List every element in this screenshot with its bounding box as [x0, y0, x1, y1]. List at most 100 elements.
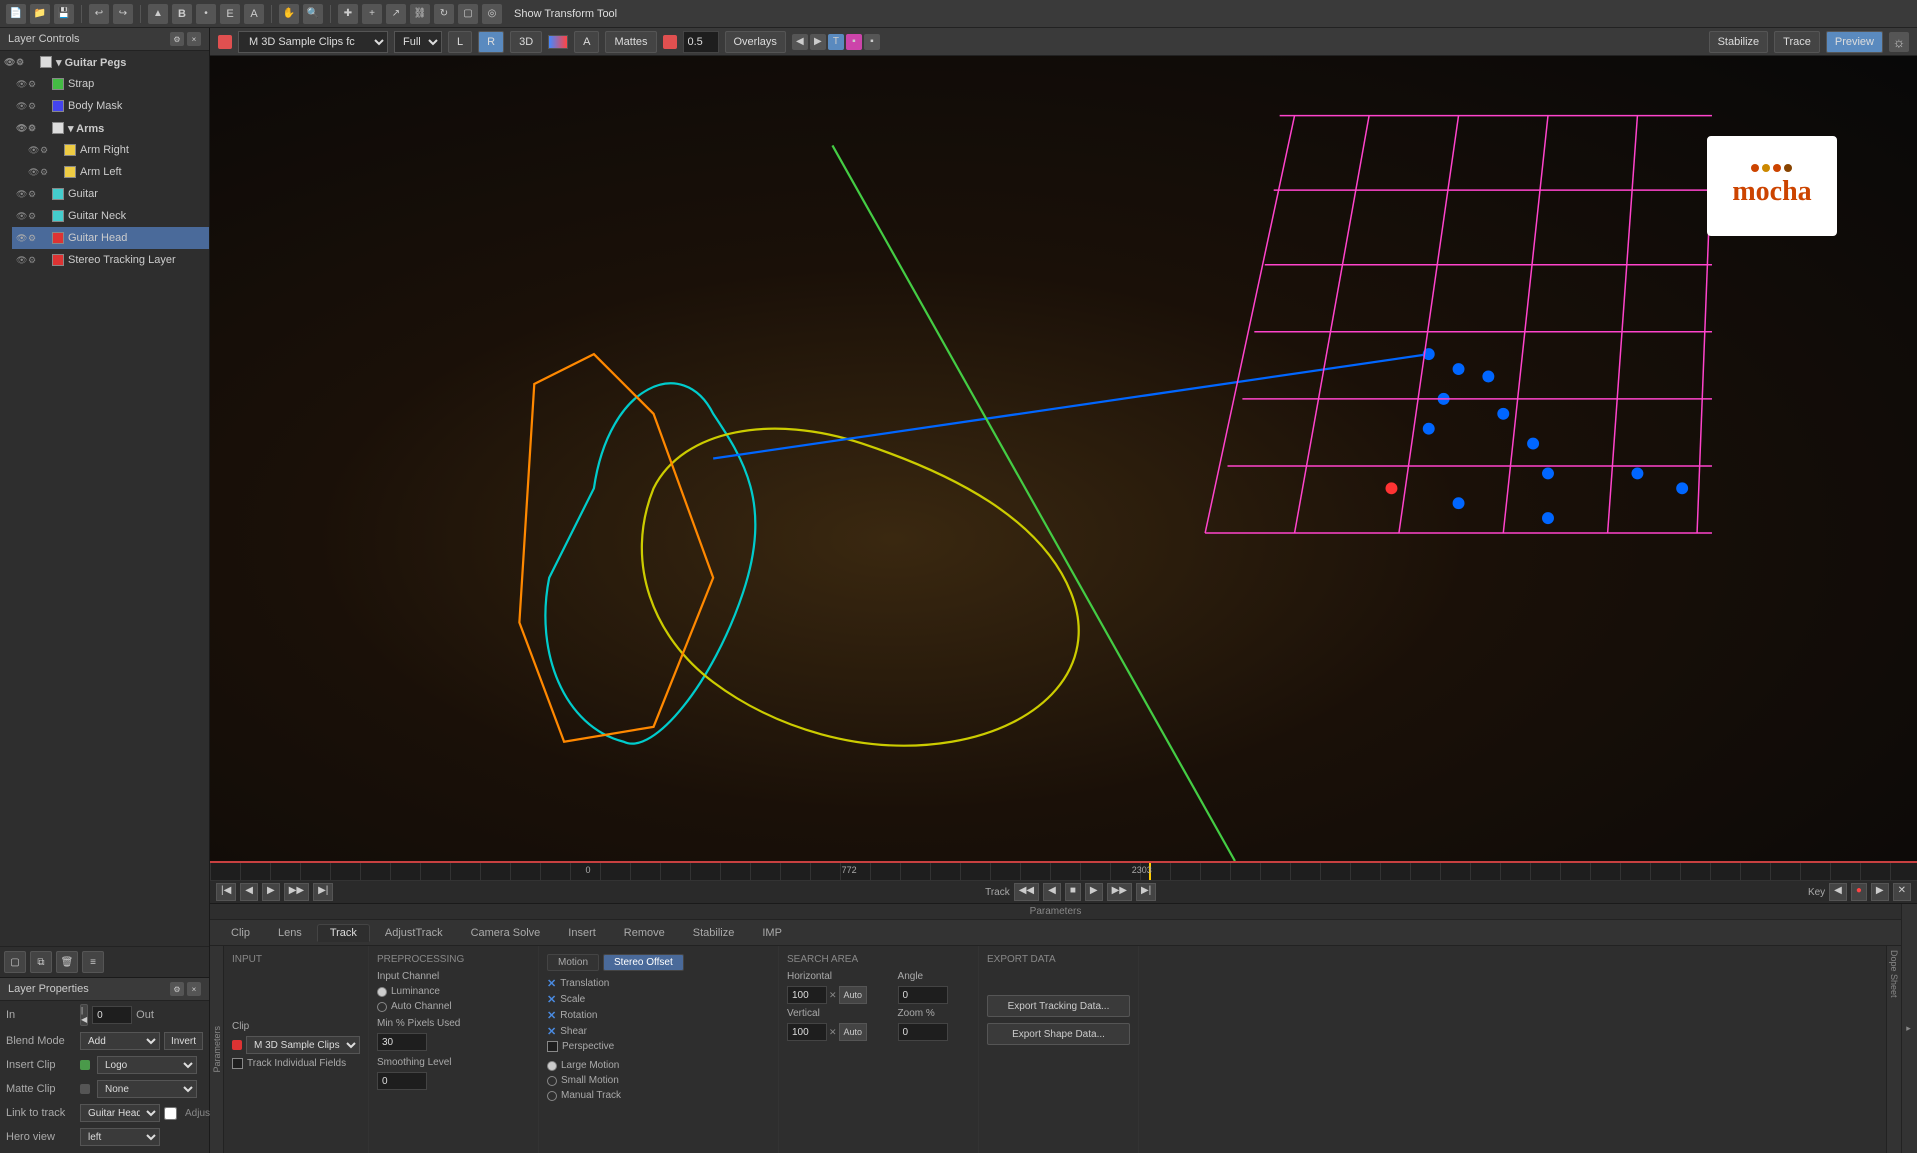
view-3d-btn[interactable]: 3D [510, 31, 542, 53]
tab-track[interactable]: Track [317, 924, 370, 942]
hero-view-select[interactable]: left [80, 1128, 160, 1146]
view-left-btn[interactable]: L [448, 31, 472, 53]
b-tool-icon[interactable]: B [172, 4, 192, 24]
mattes-btn[interactable]: Mattes [605, 31, 656, 53]
go-end-btn[interactable]: ▶| [313, 883, 333, 901]
right-edge-tab[interactable]: ▸ [1901, 904, 1917, 1153]
layer-row[interactable]: 👁 ⚙ Guitar Neck [12, 205, 209, 227]
redo-icon[interactable]: ↪ [113, 4, 133, 24]
perspective-check[interactable] [547, 1041, 558, 1052]
tab-remove[interactable]: Remove [611, 924, 678, 942]
translation-check[interactable]: ✕ [547, 977, 556, 990]
layer-row[interactable]: 👁 ⚙ Guitar [12, 183, 209, 205]
key-add-btn[interactable]: ● [1851, 883, 1867, 901]
invert-button[interactable]: Invert [164, 1032, 203, 1050]
horizontal-input[interactable] [787, 986, 827, 1004]
play-btn[interactable]: ▶ [262, 883, 280, 901]
overlay-icon-3[interactable]: T [828, 34, 844, 50]
smoothing-input[interactable] [377, 1072, 427, 1090]
zoom-input[interactable] [898, 1023, 948, 1041]
shear-check[interactable]: ✕ [547, 1025, 556, 1038]
overlay-icon-2[interactable]: ▶ [810, 34, 826, 50]
trace-btn[interactable]: Trace [1774, 31, 1820, 53]
layer-row[interactable]: 👁 ⚙ Strap [12, 73, 209, 95]
luminance-radio-dot[interactable] [377, 987, 387, 997]
adjusted-checkbox[interactable] [164, 1107, 177, 1120]
square-tool-icon[interactable]: ▢ [458, 4, 478, 24]
overlays-btn[interactable]: Overlays [725, 31, 786, 53]
rotate-icon[interactable]: ↻ [434, 4, 454, 24]
lp-close-icon[interactable]: × [187, 982, 201, 996]
select-icon[interactable]: ▲ [148, 4, 168, 24]
folder-icon[interactable]: 📁 [30, 4, 50, 24]
track-fwd1-btn[interactable]: ▶ [1085, 883, 1103, 901]
more-layers-icon[interactable]: ≡ [82, 951, 104, 973]
hand-icon[interactable]: ✋ [279, 4, 299, 24]
overlay-icon-5[interactable]: ▪ [864, 34, 880, 50]
layer-row[interactable]: 👁 ⚙ Arm Left [0, 161, 209, 183]
layer-row[interactable]: 👁 ⚙ ▾ Guitar Pegs [0, 51, 209, 73]
sun-icon[interactable]: ☼ [1889, 32, 1909, 52]
track-stop-btn[interactable]: ■ [1065, 883, 1081, 901]
layer-row[interactable]: 👁 ⚙ Body Mask [12, 95, 209, 117]
key-prev-btn[interactable]: ◀ [1829, 883, 1847, 901]
layer-row[interactable]: 👁 ⚙ Stereo Tracking Layer [12, 249, 209, 271]
tab-clip[interactable]: Clip [218, 924, 263, 942]
dope-sheet-tab[interactable]: Dope Sheet [1886, 946, 1901, 1153]
prev-frame-btn[interactable]: ◀ [240, 883, 258, 901]
scale-check[interactable]: ✕ [547, 993, 556, 1006]
plus-icon[interactable]: + [362, 4, 382, 24]
layer-row[interactable]: 👁 ⚙ ▾ Arms [12, 117, 209, 139]
layers-collapse-icon[interactable]: × [187, 32, 201, 46]
stabilize-btn[interactable]: Stabilize [1709, 31, 1769, 53]
lasso-icon[interactable]: ◎ [482, 4, 502, 24]
view-right-btn[interactable]: R [478, 31, 504, 53]
horizontal-auto-btn[interactable]: Auto [839, 986, 868, 1004]
auto-channel-radio-dot[interactable] [377, 1002, 387, 1012]
large-motion-dot[interactable] [547, 1061, 557, 1071]
clip-selector[interactable]: M 3D Sample Clips fc [238, 31, 388, 53]
parameters-side-tab[interactable]: Parameters [210, 946, 224, 1153]
tab-camerasolve[interactable]: Camera Solve [458, 924, 554, 942]
clip-value-select[interactable]: M 3D Sample Clips [246, 1036, 360, 1054]
transform-icon[interactable]: ✚ [338, 4, 358, 24]
stereo-offset-tab-btn[interactable]: Stereo Offset [603, 954, 684, 971]
small-motion-dot[interactable] [547, 1076, 557, 1086]
opacity-input[interactable] [683, 31, 719, 53]
layer-row-active[interactable]: 👁 ⚙ Guitar Head [12, 227, 209, 249]
save-icon[interactable]: 💾 [54, 4, 74, 24]
in-set-btn[interactable]: |◀ [80, 1004, 88, 1026]
link-to-track-select[interactable]: Guitar Head [80, 1104, 160, 1122]
tab-stabilize[interactable]: Stabilize [680, 924, 748, 942]
chain-icon[interactable]: ⛓ [410, 4, 430, 24]
key-delete-btn[interactable]: ✕ [1893, 883, 1911, 901]
e-tool-icon[interactable]: E [220, 4, 240, 24]
min-pixels-input[interactable] [377, 1033, 427, 1051]
view-mode-select[interactable]: Full [394, 31, 442, 53]
insert-clip-select[interactable]: Logo [97, 1056, 197, 1074]
file-icon[interactable]: 📄 [6, 4, 26, 24]
track-prev-btn[interactable]: ◀◀ [1014, 883, 1039, 901]
matte-clip-select[interactable]: None [97, 1080, 197, 1098]
layer-row[interactable]: 👁 ⚙ Arm Right [0, 139, 209, 161]
a-overlay-btn[interactable]: A [574, 31, 599, 53]
blend-mode-select[interactable]: Add [80, 1032, 160, 1050]
zoom-icon[interactable]: 🔍 [303, 4, 323, 24]
tab-insert[interactable]: Insert [555, 924, 609, 942]
rotation-check[interactable]: ✕ [547, 1009, 556, 1022]
undo-icon[interactable]: ↩ [89, 4, 109, 24]
track-prev1-btn[interactable]: ◀ [1043, 883, 1061, 901]
delete-layer-icon[interactable]: 🗑 [56, 951, 78, 973]
motion-tab-btn[interactable]: Motion [547, 954, 599, 971]
lp-settings-icon[interactable]: ⚙ [170, 982, 184, 996]
tab-lens[interactable]: Lens [265, 924, 315, 942]
tab-adjusttrack[interactable]: AdjustTrack [372, 924, 456, 942]
arrow2-icon[interactable]: ↗ [386, 4, 406, 24]
layers-settings-icon[interactable]: ⚙ [170, 32, 184, 46]
next-frame-btn[interactable]: ▶▶ [284, 883, 309, 901]
vertical-input[interactable] [787, 1023, 827, 1041]
manual-track-dot[interactable] [547, 1091, 557, 1101]
track-fwd-btn[interactable]: ▶▶ [1107, 883, 1132, 901]
timeline-ruler[interactable]: 0 772 2303 [210, 863, 1917, 881]
vertical-auto-btn[interactable]: Auto [839, 1023, 868, 1041]
